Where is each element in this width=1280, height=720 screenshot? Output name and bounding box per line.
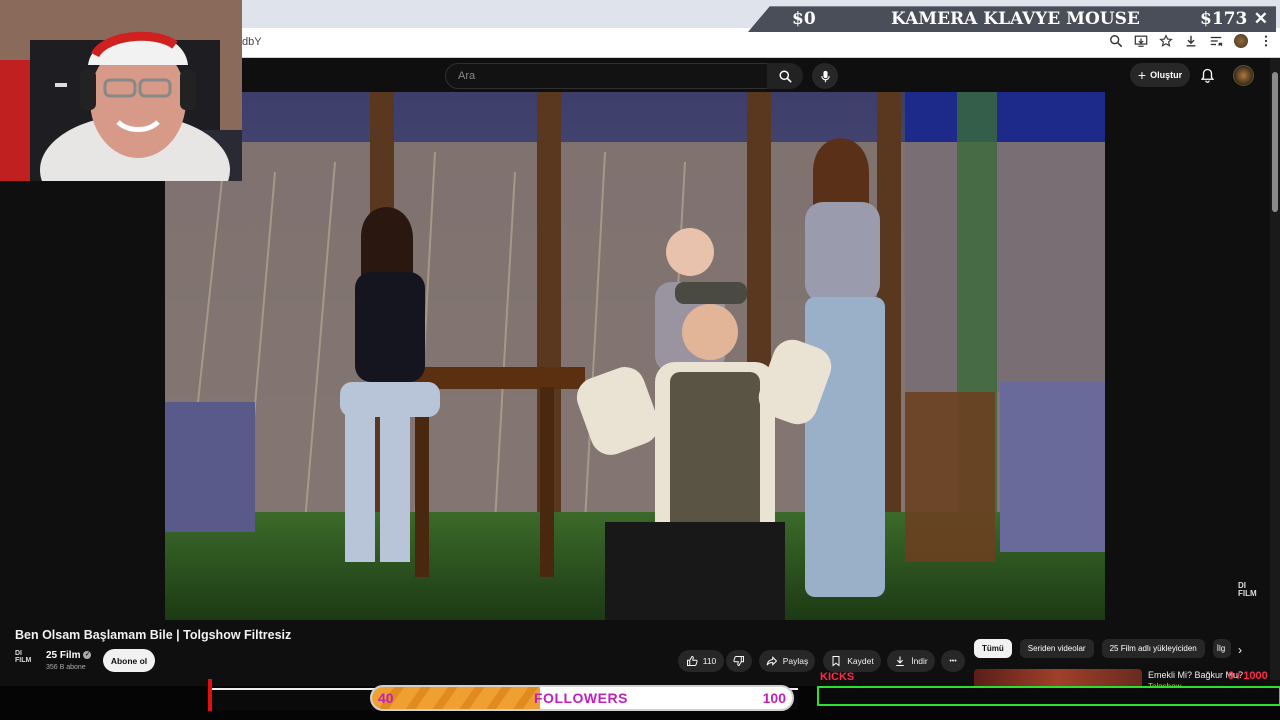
follower-goal-bar: 40 FOLLOWERS 100 (370, 685, 794, 711)
share-button[interactable]: Paylaş (759, 650, 815, 672)
follower-goal-target: 100 (762, 690, 786, 706)
subscriber-count: 356 B abone (46, 664, 86, 671)
save-label: Kaydet (847, 656, 874, 666)
zoom-icon[interactable] (1108, 32, 1124, 50)
like-button[interactable]: 110 (678, 650, 724, 672)
follower-goal-label: FOLLOWERS (534, 690, 628, 706)
recommended-video-thumbnail[interactable] (974, 669, 1142, 687)
webcam-overlay (0, 0, 242, 181)
profile-avatar[interactable] (1233, 32, 1249, 50)
bookmark-star-icon[interactable] (1158, 32, 1174, 50)
share-label: Paylaş (782, 656, 809, 666)
channel-name[interactable]: 25 Film ✓ (46, 650, 92, 661)
like-count: 110 (702, 656, 717, 666)
url-text[interactable]: dbY (242, 36, 262, 48)
verified-check-icon: ✓ (83, 651, 92, 660)
chevron-right-icon[interactable]: › (1232, 642, 1248, 658)
bookmark-icon (832, 656, 840, 667)
kicks-goal-count: 0 / 1000 (1228, 670, 1268, 682)
scrollbar-thumb[interactable] (1272, 72, 1278, 212)
dislike-button[interactable] (726, 650, 752, 672)
channel-watermark: DI FILM (1238, 581, 1257, 598)
install-icon[interactable] (1133, 32, 1149, 50)
reading-list-icon[interactable] (1208, 32, 1224, 50)
search-input[interactable] (456, 69, 750, 83)
kicks-goal-bar (817, 686, 1280, 706)
subscribe-button[interactable]: Abone ol (103, 649, 155, 672)
banner-right-value: $173 (1200, 9, 1248, 29)
chip-all[interactable]: Tümü (974, 639, 1012, 658)
search-icon (778, 69, 792, 83)
kicks-goal-label: KICKS (820, 671, 855, 683)
notifications-bell-icon[interactable] (1198, 66, 1216, 84)
banner-left-value: $0 (792, 9, 816, 29)
save-button[interactable]: Kaydet (823, 650, 881, 672)
search-button[interactable] (767, 63, 803, 89)
more-actions-button[interactable]: ••• (941, 650, 965, 672)
banner-title: KAMERA KLAVYE MOUSE (891, 9, 1140, 29)
chip-related[interactable]: İlg (1212, 639, 1231, 658)
close-icon[interactable]: ✕ (1254, 9, 1268, 29)
page-scrollbar[interactable] (1270, 58, 1280, 680)
account-avatar[interactable] (1233, 65, 1254, 86)
thumbs-down-icon (733, 656, 744, 666)
download-icon (896, 656, 904, 667)
menu-icon[interactable] (1258, 32, 1274, 50)
create-button[interactable]: + Oluştur (1130, 63, 1190, 87)
stream-goal-banner: $0 KAMERA KLAVYE MOUSE $173 ✕ (748, 6, 1276, 32)
chip-uploader[interactable]: 25 Film adlı yükleyiciden (1101, 639, 1205, 658)
voice-search-button[interactable] (812, 63, 838, 89)
download-label: İndir (911, 656, 928, 666)
video-title: Ben Olsam Başlamam Bile | Tolgshow Filtr… (15, 628, 292, 642)
download-icon[interactable] (1183, 32, 1199, 50)
plus-icon: + (1137, 67, 1147, 83)
follower-goal-current: 40 (378, 690, 394, 706)
browser-toolbar-icons (1108, 32, 1274, 50)
video-frame[interactable] (165, 92, 1105, 620)
microphone-icon (820, 70, 830, 82)
streamer-webcam-image (0, 0, 242, 181)
thumbs-up-icon (686, 656, 698, 666)
share-icon (766, 656, 777, 666)
search-box[interactable] (445, 63, 769, 89)
download-button[interactable]: İndir (887, 650, 935, 672)
channel-logo[interactable]: DI FILM (15, 650, 39, 670)
follower-goal-fill (372, 687, 540, 709)
related-chips: Tümü Seriden videolar 25 Film adlı yükle… (974, 639, 1231, 658)
channel-name-text[interactable]: 25 Film (46, 650, 80, 661)
chip-series[interactable]: Seriden videolar (1019, 639, 1094, 658)
create-label: Oluştur (1150, 70, 1183, 80)
stage-scene-image (165, 92, 1105, 620)
